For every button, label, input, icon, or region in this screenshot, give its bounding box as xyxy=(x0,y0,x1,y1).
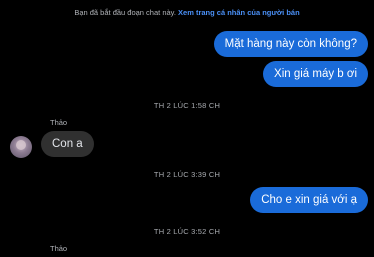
chat-start-text: Bạn đã bắt đầu đoạn chat này. xyxy=(74,8,176,17)
outgoing-message[interactable]: Mặt hàng này còn không? xyxy=(213,31,368,57)
sender-name: Thảo xyxy=(50,244,68,253)
chat-start-notice: Bạn đã bắt đầu đoạn chat này. Xem trang … xyxy=(0,8,374,17)
outgoing-message[interactable]: Xin giá máy b ơi xyxy=(263,61,368,87)
message-text: Cho e xin giá với ạ xyxy=(261,194,357,206)
message-timestamp: TH 2 LÚC 1:58 CH xyxy=(153,101,221,110)
message-timestamp: TH 2 LÚC 3:39 CH xyxy=(153,170,221,179)
incoming-message[interactable]: Con a xyxy=(41,131,94,157)
outgoing-message[interactable]: Cho e xin giá với ạ xyxy=(250,187,368,213)
message-text: Con a xyxy=(52,138,83,150)
message-text: Mặt hàng này còn không? xyxy=(224,38,357,50)
message-timestamp: TH 2 LÚC 3:52 CH xyxy=(153,227,221,236)
avatar[interactable] xyxy=(10,136,32,158)
sender-name: Thảo xyxy=(50,118,68,127)
message-text: Xin giá máy b ơi xyxy=(274,68,357,80)
view-seller-profile-link[interactable]: Xem trang cá nhân của người bán xyxy=(178,8,300,17)
